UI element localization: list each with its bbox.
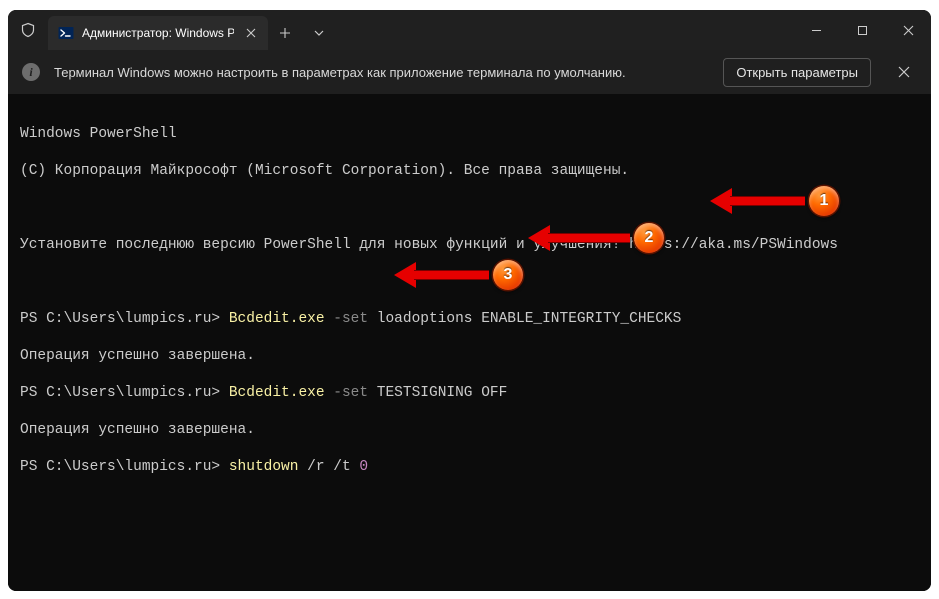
info-bar: i Терминал Windows можно настроить в пар… bbox=[8, 50, 931, 94]
terminal-line: PS C:\Users\lumpics.ru> Bcdedit.exe -set… bbox=[20, 310, 919, 329]
terminal-line bbox=[20, 273, 919, 292]
powershell-icon bbox=[58, 25, 74, 41]
terminal-line: PS C:\Users\lumpics.ru> Bcdedit.exe -set… bbox=[20, 384, 919, 403]
terminal-line: Windows PowerShell bbox=[20, 125, 919, 144]
tab-powershell[interactable]: Администратор: Windows Pc bbox=[48, 16, 268, 50]
terminal-line: Операция успешно завершена. bbox=[20, 347, 919, 366]
tab-close-button[interactable] bbox=[242, 24, 260, 42]
terminal-window: Администратор: Windows Pc i Терминал bbox=[8, 10, 931, 591]
terminal-output[interactable]: Windows PowerShell (C) Корпорация Майкро… bbox=[8, 94, 931, 591]
infobar-close-button[interactable] bbox=[891, 59, 917, 85]
tab-dropdown-button[interactable] bbox=[302, 16, 336, 50]
terminal-line: (C) Корпорация Майкрософт (Microsoft Cor… bbox=[20, 162, 919, 181]
info-message: Терминал Windows можно настроить в парам… bbox=[54, 65, 709, 80]
annotation-badge-1: 1 bbox=[809, 186, 839, 216]
titlebar[interactable]: Администратор: Windows Pc bbox=[8, 10, 931, 50]
annotation-badge-2: 2 bbox=[634, 223, 664, 253]
terminal-line: Установите последнюю версию PowerShell д… bbox=[20, 236, 919, 255]
tab-title: Администратор: Windows Pc bbox=[82, 26, 234, 40]
maximize-button[interactable] bbox=[839, 10, 885, 50]
info-icon: i bbox=[22, 63, 40, 81]
terminal-line: PS C:\Users\lumpics.ru> shutdown /r /t 0 bbox=[20, 458, 919, 477]
close-window-button[interactable] bbox=[885, 10, 931, 50]
open-settings-button[interactable]: Открыть параметры bbox=[723, 58, 871, 87]
window-controls bbox=[793, 10, 931, 50]
terminal-line bbox=[20, 199, 919, 218]
annotation-badge-3: 3 bbox=[493, 260, 523, 290]
shield-icon bbox=[8, 10, 48, 50]
minimize-button[interactable] bbox=[793, 10, 839, 50]
terminal-line: Операция успешно завершена. bbox=[20, 421, 919, 440]
titlebar-drag-region[interactable] bbox=[336, 10, 793, 50]
new-tab-button[interactable] bbox=[268, 16, 302, 50]
